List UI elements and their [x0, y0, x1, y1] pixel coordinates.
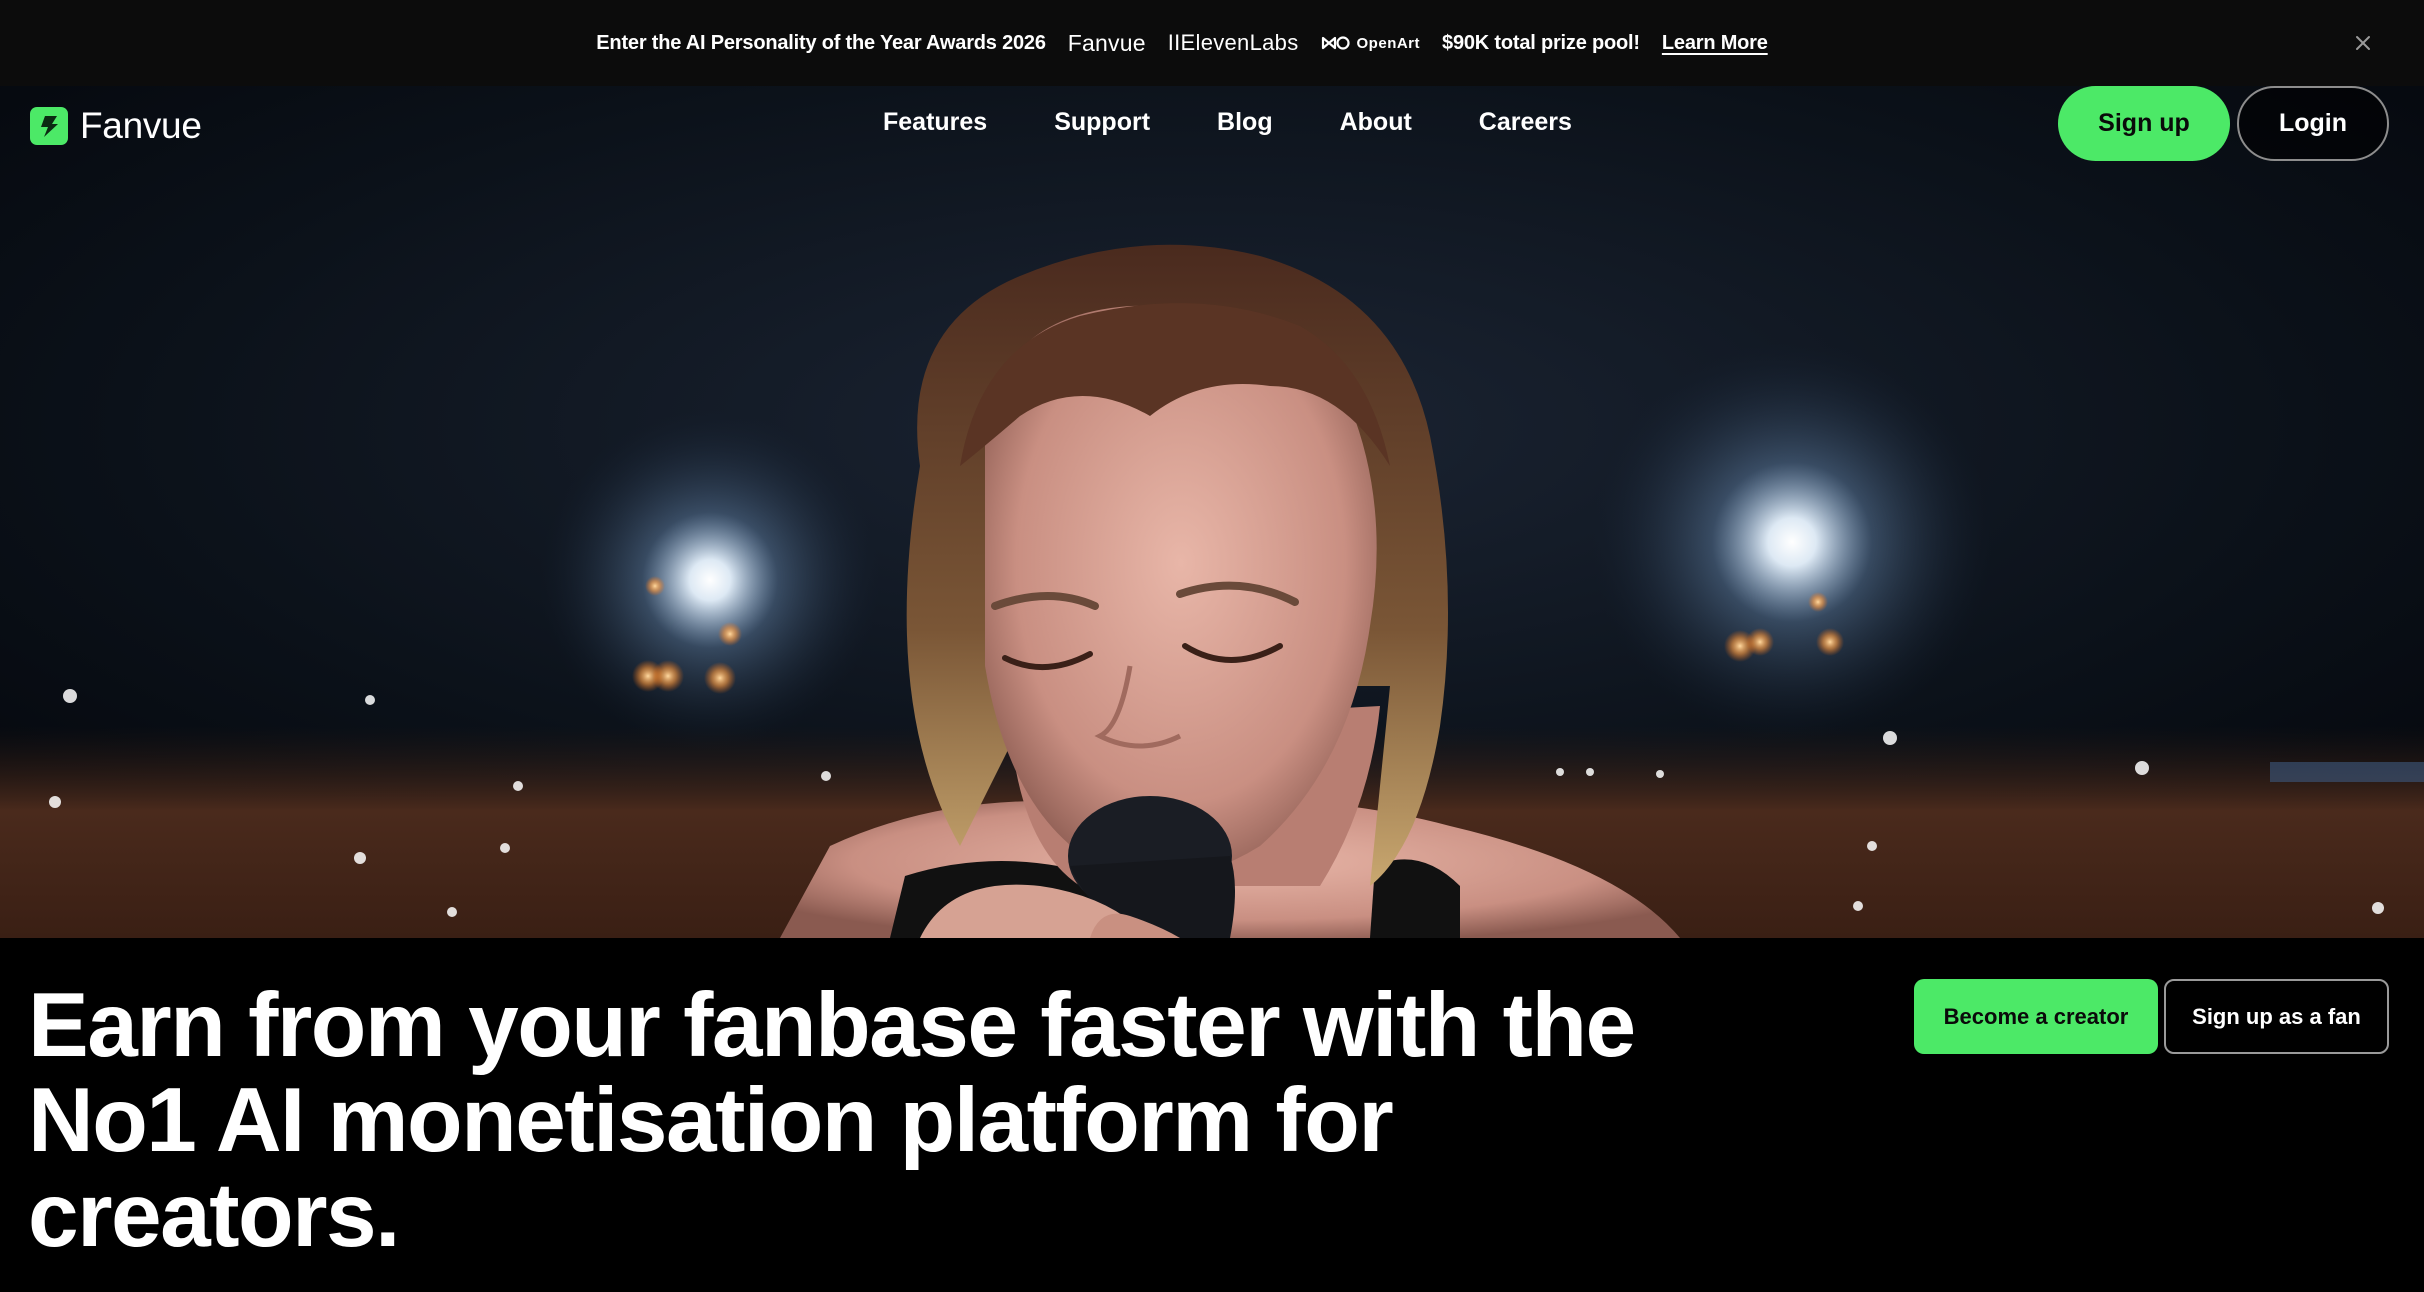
sign-up-button[interactable]: Sign up	[2058, 86, 2230, 161]
nav-link-careers[interactable]: Careers	[1479, 108, 1572, 137]
fanvue-logo[interactable]: Fanvue	[30, 105, 202, 147]
nav-link-blog[interactable]: Blog	[1217, 108, 1273, 137]
hero-headline: Earn from your fanbase faster with the N…	[28, 975, 1636, 1266]
fanvue-bolt-icon	[30, 107, 68, 145]
nav-link-support[interactable]: Support	[1054, 108, 1150, 137]
sponsor-elevenlabs-logo: IIElevenLabs	[1167, 30, 1299, 55]
hero-photo	[0, 86, 2424, 938]
main-nav: Fanvue Features Support Blog About Caree…	[0, 86, 2424, 204]
close-icon[interactable]	[2350, 30, 2376, 56]
nav-link-about[interactable]: About	[1340, 108, 1412, 137]
sign-up-fan-button[interactable]: Sign up as a fan	[2164, 979, 2389, 1054]
logo-text: Fanvue	[80, 105, 202, 146]
nav-link-features[interactable]: Features	[883, 108, 987, 137]
announcement-content: Enter the AI Personality of the Year Awa…	[596, 29, 1768, 57]
sponsor-openart-logo: OpenArt	[1321, 35, 1421, 52]
become-creator-button[interactable]: Become a creator	[1914, 979, 2158, 1054]
hero-text-section: Earn from your fanbase faster with the N…	[0, 938, 2424, 1292]
hero-image	[0, 86, 2424, 938]
learn-more-link[interactable]: Learn More	[1662, 32, 1768, 55]
sponsor-fanvue-logo: Fanvue	[1067, 29, 1146, 56]
openart-icon	[1321, 36, 1350, 50]
login-button[interactable]: Login	[2237, 86, 2389, 161]
announcement-text: Enter the AI Personality of the Year Awa…	[596, 31, 1046, 54]
openart-label: OpenArt	[1356, 34, 1421, 52]
prize-text: $90K total prize pool!	[1442, 31, 1640, 54]
announcement-bar: Enter the AI Personality of the Year Awa…	[0, 0, 2424, 86]
nav-links: Features Support Blog About Careers	[883, 108, 1572, 137]
